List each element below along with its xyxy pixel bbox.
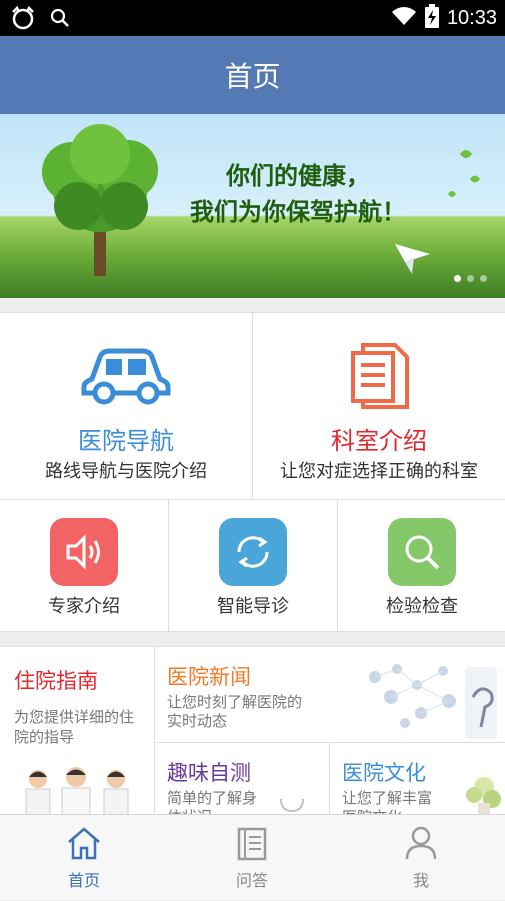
search-icon — [388, 518, 456, 586]
feature-subtitle: 让您对症选择正确的科室 — [280, 461, 478, 482]
feature-label: 智能导诊 — [217, 596, 289, 617]
card-description: 为您提供详细的住院的指导 — [14, 708, 135, 746]
carousel-dot[interactable] — [454, 275, 461, 282]
clock: 10:33 — [446, 6, 497, 29]
speaker-icon — [50, 518, 118, 586]
slogan-line-1: 你们的健康， — [226, 162, 370, 190]
refresh-icon — [219, 518, 287, 586]
stethoscope-illustration — [280, 798, 304, 813]
smart-triage-button[interactable]: 智能导诊 — [169, 500, 337, 632]
hospital-navigation-button[interactable]: 医院导航 路线导航与医院介绍 — [0, 313, 252, 501]
feature-title: 科室介绍 — [331, 427, 427, 455]
person-icon — [403, 825, 439, 865]
tab-label: 我 — [412, 871, 429, 890]
expert-intro-button[interactable]: 专家介绍 — [0, 500, 168, 632]
carousel-dot[interactable] — [480, 275, 487, 282]
banner-carousel[interactable]: 你们的健康， 我们为你保驾护航！ — [0, 114, 505, 298]
carousel-dots — [454, 275, 487, 282]
card-title: 医院新闻 — [167, 665, 251, 689]
department-intro-button[interactable]: 科室介绍 让您对症选择正确的科室 — [253, 313, 505, 501]
cat-icon — [10, 5, 36, 34]
info-cards: 住院指南 为您提供详细的住院的指导 医院新闻 让您时刻了解医院的实时动态 趣味自… — [0, 646, 505, 814]
tab-home[interactable]: 首页 — [0, 815, 168, 901]
card-description: 让您时刻了解医院的实时动态 — [167, 693, 303, 730]
notebook-icon — [234, 825, 270, 865]
home-icon — [66, 825, 102, 865]
bottom-tab-bar: 首页 问答 我 — [0, 814, 505, 900]
card-description: 简单的了解身体状况 — [167, 789, 258, 814]
hospital-guide-card[interactable]: 住院指南 为您提供详细的住院的指导 — [0, 647, 154, 814]
feature-label: 检验检查 — [386, 596, 458, 617]
card-title: 医院文化 — [342, 761, 426, 785]
car-icon — [80, 345, 172, 409]
secondary-features: 专家介绍 智能导诊 检验检查 — [0, 500, 505, 632]
card-description: 让您了解丰富医院文化 — [342, 789, 433, 814]
main-features: 医院导航 路线导航与医院介绍 科室介绍 让您对症选择正确的科室 — [0, 312, 505, 501]
plant-illustration — [466, 777, 501, 814]
lab-test-button[interactable]: 检验检查 — [338, 500, 505, 632]
network-illustration — [369, 664, 497, 739]
card-title: 住院指南 — [14, 669, 98, 693]
feature-title: 医院导航 — [78, 427, 174, 455]
carousel-dot[interactable] — [467, 275, 474, 282]
banner-slogan: 你们的健康， 我们为你保驾护航！ — [190, 158, 406, 230]
document-icon — [351, 343, 409, 413]
feature-subtitle: 路线导航与医院介绍 — [45, 461, 207, 482]
hospital-news-card[interactable]: 医院新闻 让您时刻了解医院的实时动态 — [155, 647, 505, 743]
tab-label: 首页 — [67, 871, 100, 890]
hospital-culture-card[interactable]: 医院文化 让您了解丰富医院文化 — [330, 743, 505, 814]
slogan-line-2: 我们为你保驾护航！ — [190, 198, 406, 226]
self-test-card[interactable]: 趣味自测 简单的了解身体状况 — [155, 743, 329, 814]
status-bar: 10:33 — [0, 0, 505, 36]
title-bar: 首页 — [0, 36, 505, 114]
page-title: 首页 — [224, 60, 281, 93]
tab-qa[interactable]: 问答 — [168, 815, 336, 901]
feature-label: 专家介绍 — [48, 596, 120, 617]
wifi-icon — [391, 6, 417, 30]
search-icon — [50, 8, 70, 32]
doctors-illustration — [25, 767, 129, 814]
battery-charging-icon — [424, 4, 439, 32]
tab-me[interactable]: 我 — [337, 815, 505, 901]
card-title: 趣味自测 — [167, 761, 251, 785]
tab-label: 问答 — [235, 871, 268, 890]
